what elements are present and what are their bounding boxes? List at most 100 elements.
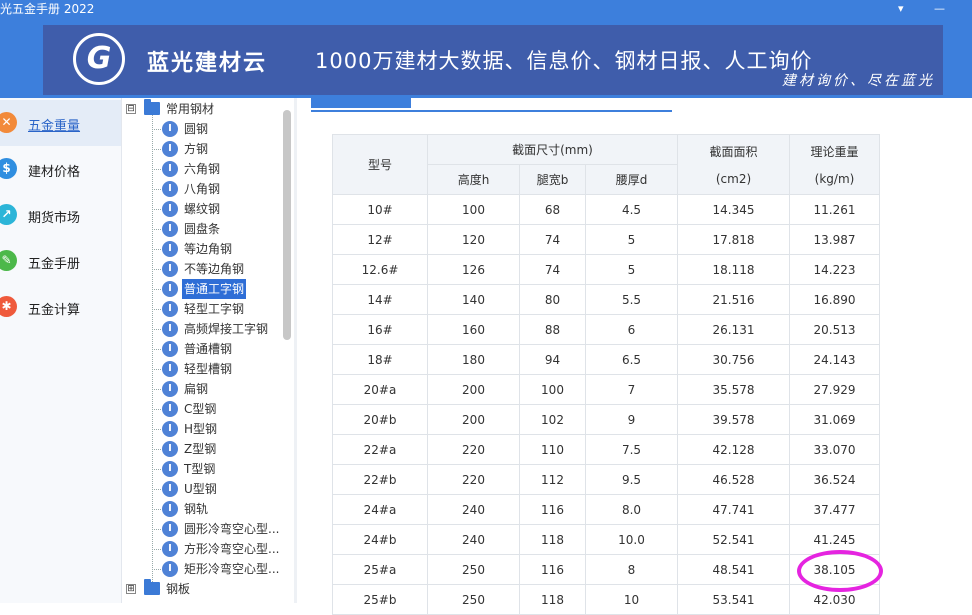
table-row[interactable]: 14# 140 80 5.5 21.516 16.890 xyxy=(332,284,880,315)
collapse-icon[interactable]: ⊟ xyxy=(126,104,136,114)
tree-item[interactable]: I U型钢 xyxy=(122,479,292,499)
tree-root-common-steel[interactable]: ⊟ 常用钢材 xyxy=(122,99,292,119)
tree-item[interactable]: I 螺纹钢 xyxy=(122,199,292,219)
tree-item[interactable]: I 高频焊接工字钢 xyxy=(122,319,292,339)
expand-icon[interactable]: ⊞ xyxy=(126,584,136,594)
tree-item[interactable]: I C型钢 xyxy=(122,399,292,419)
tree-item-label: 方形冷弯空心型... xyxy=(184,542,280,556)
cell-model: 16# xyxy=(332,314,428,345)
table-row[interactable]: 22#b 220 112 9.5 46.528 36.524 xyxy=(332,464,880,495)
cell-area: 14.345 xyxy=(677,194,790,225)
banner-tagline: 建材询价、尽在蓝光 xyxy=(782,73,935,89)
i-beam-icon: I xyxy=(162,481,178,497)
tree-item[interactable]: I 圆钢 xyxy=(122,119,292,139)
tree-item-label: 等边角钢 xyxy=(184,242,233,256)
menu-dropdown-icon[interactable]: ▾ xyxy=(898,0,904,18)
tree-connector xyxy=(152,249,161,250)
cell-web-thickness: 5 xyxy=(585,254,678,285)
folder-icon xyxy=(144,579,160,595)
tree-root-steel-plate[interactable]: ⊞ 钢板 xyxy=(122,579,292,599)
table-row[interactable]: 24#a 240 116 8.0 47.741 37.477 xyxy=(332,494,880,525)
tree-item-label: 不等边角钢 xyxy=(184,262,245,276)
table-row[interactable]: 20#b 200 102 9 39.578 31.069 xyxy=(332,404,880,435)
tree-item[interactable]: I Z型钢 xyxy=(122,439,292,459)
tree-item-label: 圆形冷弯空心型... xyxy=(184,522,280,536)
tree-connector xyxy=(152,169,161,170)
i-beam-icon: I xyxy=(162,541,178,557)
tree-connector xyxy=(152,549,161,550)
table-row[interactable]: 12# 120 74 5 17.818 13.987 xyxy=(332,224,880,255)
tree-item[interactable]: I 普通工字钢 xyxy=(122,279,292,299)
spec-table: 型号 截面尺寸(mm) 截面面积 (cm2) 理论重量 (kg/m) 高度h 腿… xyxy=(332,134,880,615)
tab-active[interactable] xyxy=(311,96,411,108)
tree-item[interactable]: I 不等边角钢 xyxy=(122,259,292,279)
table-row[interactable]: 10# 100 68 4.5 14.345 11.261 xyxy=(332,194,880,225)
cell-model: 24#a xyxy=(332,494,428,525)
i-beam-icon: I xyxy=(162,221,178,237)
tree-root-label: 钢板 xyxy=(166,582,191,596)
tree-item[interactable]: I 轻型工字钢 xyxy=(122,299,292,319)
ad-banner[interactable]: G 蓝光建材云 1000万建材大数据、信息价、钢材日报、人工询价 建材询价、尽在… xyxy=(43,25,943,95)
tree-item-label: 圆盘条 xyxy=(184,222,221,236)
tree-item[interactable]: I 六角钢 xyxy=(122,159,292,179)
cell-weight: 11.261 xyxy=(789,194,880,225)
cell-leg-width: 118 xyxy=(519,524,586,555)
nav-label: 期货市场 xyxy=(28,211,81,226)
i-beam-icon: I xyxy=(162,401,178,417)
cell-weight: 36.524 xyxy=(789,464,880,495)
highlight-circle xyxy=(797,550,883,592)
tree-connector xyxy=(152,129,161,130)
tree-connector xyxy=(152,329,161,330)
tree-connector xyxy=(152,449,161,450)
dollar-icon: $ xyxy=(0,158,17,179)
cell-leg-width: 116 xyxy=(519,554,586,585)
nav-item-futures-market[interactable]: ↗ 期货市场 xyxy=(0,192,121,238)
tree-item[interactable]: I 普通槽钢 xyxy=(122,339,292,359)
nav-item-hardware-weight[interactable]: ✕ 五金重量 xyxy=(0,100,121,146)
tree-item[interactable]: I 八角钢 xyxy=(122,179,292,199)
cell-area: 30.756 xyxy=(677,344,790,375)
nav-item-hardware-manual[interactable]: ✎ 五金手册 xyxy=(0,238,121,284)
table-row[interactable]: 20#a 200 100 7 35.578 27.929 xyxy=(332,374,880,405)
table-row[interactable]: 25#b 250 118 10 53.541 42.030 xyxy=(332,584,880,615)
trend-chart-icon: ↗ xyxy=(0,204,17,225)
table-row[interactable]: 16# 160 88 6 26.131 20.513 xyxy=(332,314,880,345)
table-row[interactable]: 24#b 240 118 10.0 52.541 41.245 xyxy=(332,524,880,555)
tree-item[interactable]: I 轻型槽钢 xyxy=(122,359,292,379)
tree-item-label: 圆钢 xyxy=(184,122,209,136)
tree-item[interactable]: I 矩形冷弯空心型... xyxy=(122,559,292,579)
brand-name: 蓝光建材云 xyxy=(147,51,268,76)
tree-item[interactable]: I 圆形冷弯空心型... xyxy=(122,519,292,539)
tree-item[interactable]: I 等边角钢 xyxy=(122,239,292,259)
cell-web-thickness: 4.5 xyxy=(585,194,678,225)
tree-item[interactable]: I H型钢 xyxy=(122,419,292,439)
tree-connector xyxy=(152,309,161,310)
nav-item-material-price[interactable]: $ 建材价格 xyxy=(0,146,121,192)
tree-item-label: 八角钢 xyxy=(184,182,221,196)
tree-item[interactable]: I 钢轨 xyxy=(122,499,292,519)
cell-height: 120 xyxy=(427,224,520,255)
nav-item-hardware-calc[interactable]: ✱ 五金计算 xyxy=(0,284,121,330)
cell-web-thickness: 10 xyxy=(585,584,678,615)
i-beam-icon: I xyxy=(162,341,178,357)
tree-item[interactable]: I T型钢 xyxy=(122,459,292,479)
table-row[interactable]: 12.6# 126 74 5 18.118 14.223 xyxy=(332,254,880,285)
tree-item[interactable]: I 方形冷弯空心型... xyxy=(122,539,292,559)
minimize-button[interactable]: — xyxy=(934,0,945,18)
tree-item[interactable]: I 圆盘条 xyxy=(122,219,292,239)
tree-item[interactable]: I 方钢 xyxy=(122,139,292,159)
tree-connector xyxy=(152,229,161,230)
i-beam-icon: I xyxy=(162,521,178,537)
tree-item-label: 高频焊接工字钢 xyxy=(184,322,269,336)
table-row[interactable]: 18# 180 94 6.5 30.756 24.143 xyxy=(332,344,880,375)
tools-icon: ✱ xyxy=(0,296,17,317)
table-row[interactable]: 22#a 220 110 7.5 42.128 33.070 xyxy=(332,434,880,465)
banner-slogan: 1000万建材大数据、信息价、钢材日报、人工询价 xyxy=(315,49,813,73)
cell-web-thickness: 5 xyxy=(585,224,678,255)
cell-leg-width: 94 xyxy=(519,344,586,375)
tree-item-label: 钢轨 xyxy=(184,502,209,516)
cell-model: 20#b xyxy=(332,404,428,435)
tree-scrollbar[interactable] xyxy=(283,110,291,340)
tree-item[interactable]: I 扁钢 xyxy=(122,379,292,399)
cell-height: 240 xyxy=(427,524,520,555)
